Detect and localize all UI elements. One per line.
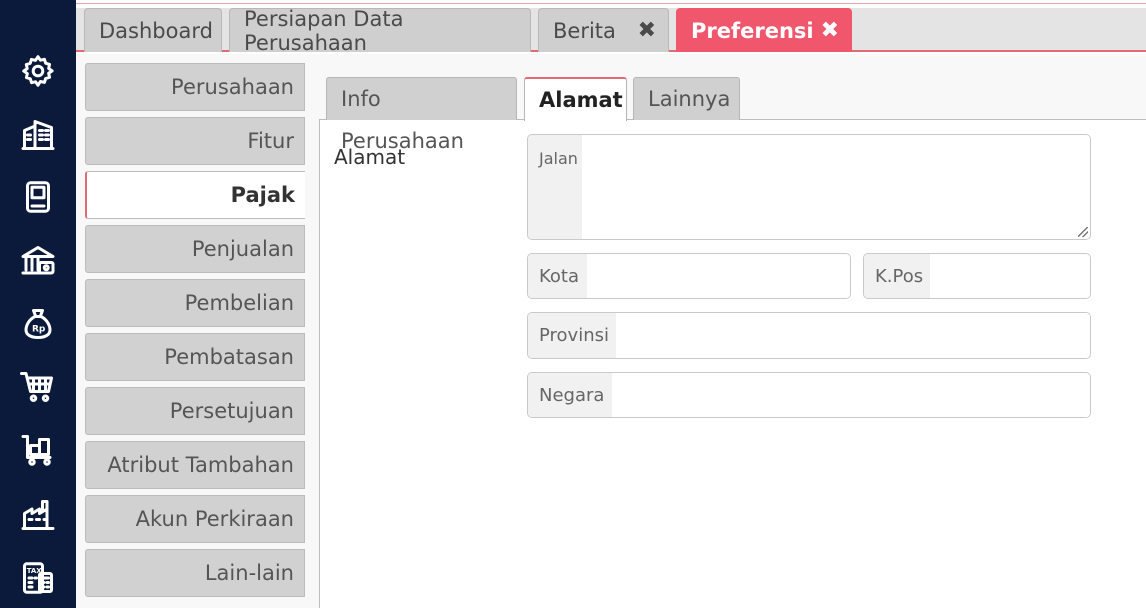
tab-lainnya[interactable]: Lainnya [633, 77, 740, 120]
building-icon[interactable] [18, 115, 58, 155]
tab-berita[interactable]: Berita ✖ [538, 8, 669, 52]
menu-item-lain-lain[interactable]: Lain-lain [85, 549, 305, 597]
provinsi-input[interactable] [616, 313, 1090, 358]
cargo-cart-icon[interactable] [18, 430, 58, 470]
menu-item-atribut-tambahan[interactable]: Atribut Tambahan [85, 441, 305, 489]
menu-item-pembelian[interactable]: Pembelian [85, 279, 305, 327]
kota-input[interactable] [587, 254, 850, 298]
menu-item-perusahaan[interactable]: Perusahaan [85, 63, 305, 111]
icon-rail: Rp TAX [0, 0, 76, 608]
bank-icon[interactable] [18, 241, 58, 281]
alamat-label: Alamat [334, 145, 406, 169]
tab-label: Preferensi [691, 18, 814, 43]
tab-dashboard[interactable]: Dashboard [84, 8, 222, 52]
tab-preferensi[interactable]: Preferensi ✖ [676, 8, 852, 52]
kpos-addon: K.Pos [864, 254, 930, 298]
close-icon[interactable]: ✖ [821, 18, 839, 43]
kota-field: Kota [527, 253, 851, 299]
money-bag-icon[interactable]: Rp [18, 304, 58, 344]
jalan-addon: Jalan [528, 135, 582, 239]
tab-info-perusahaan[interactable]: Info Perusahaan [326, 77, 517, 153]
menu-item-pajak[interactable]: Pajak [85, 171, 305, 219]
provinsi-addon: Provinsi [528, 313, 616, 358]
menu-item-penjualan[interactable]: Penjualan [85, 225, 305, 273]
jalan-input[interactable] [582, 135, 1090, 239]
negara-field: Negara [527, 372, 1091, 418]
resize-handle-icon[interactable] [1078, 227, 1088, 237]
cart-icon[interactable] [18, 367, 58, 407]
negara-addon: Negara [528, 373, 612, 417]
kota-addon: Kota [528, 254, 587, 298]
tab-label: Berita [553, 18, 616, 43]
menu-item-persetujuan[interactable]: Persetujuan [85, 387, 305, 435]
book-icon[interactable] [18, 177, 58, 217]
tax-calculator-icon[interactable]: TAX [18, 558, 58, 598]
negara-input[interactable] [612, 373, 1090, 417]
tab-persiapan-data-perusahaan[interactable]: Persiapan Data Perusahaan [229, 6, 531, 55]
svg-text:TAX: TAX [27, 567, 42, 575]
provinsi-field: Provinsi [527, 312, 1091, 359]
top-strip [76, 0, 1146, 8]
factory-icon[interactable] [18, 495, 58, 535]
kpos-field: K.Pos [863, 253, 1091, 299]
menu-item-pembatasan[interactable]: Pembatasan [85, 333, 305, 381]
close-icon[interactable]: ✖ [638, 18, 656, 43]
tab-alamat[interactable]: Alamat [524, 77, 627, 121]
menu-item-fitur[interactable]: Fitur [85, 117, 305, 165]
kpos-input[interactable] [930, 254, 1090, 298]
menu-item-akun-perkiraan[interactable]: Akun Perkiraan [85, 495, 305, 543]
svg-text:Rp: Rp [32, 325, 46, 335]
gear-icon[interactable] [18, 51, 58, 91]
tab-label: Persiapan Data Perusahaan [244, 6, 404, 55]
tab-label: Dashboard [99, 18, 213, 43]
jalan-field: Jalan [527, 134, 1091, 240]
